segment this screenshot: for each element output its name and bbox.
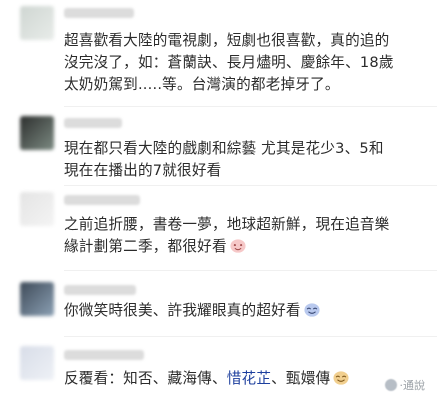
username	[64, 285, 136, 295]
comment-text: 之前追折腰，書卷一夢，地球超新鮮，現在追音樂 緣計劃第二季，都很好看	[64, 214, 425, 258]
comment-text: 你微笑時很美、許我耀眼真的超好看	[64, 300, 425, 322]
comment-line: 現在都只看大陸的戲劇和綜藝 尤其是花少3、5和	[64, 140, 384, 157]
divider	[64, 270, 437, 271]
comment-segment: 、甄嬛傳	[271, 370, 331, 387]
watermark-text: ·通說	[399, 379, 426, 392]
username	[64, 118, 122, 128]
comment-text: 現在都只看大陸的戲劇和綜藝 尤其是花少3、5和 現在在播出的7就很好看	[64, 138, 425, 182]
username	[64, 350, 144, 360]
smiling-face-emoji	[333, 371, 349, 385]
comment-line: 超喜歡看大陸的電視劇，短劇也很喜歡，真的追的	[64, 32, 390, 49]
avatar[interactable]	[20, 192, 54, 226]
comment-text: 反覆看：知否、藏海傳、惜花芷、甄嬛傳	[64, 368, 425, 390]
username	[64, 8, 134, 18]
divider	[64, 106, 437, 107]
comment-text: 超喜歡看大陸的電視劇，短劇也很喜歡，真的追的 沒完沒了，如：蒼蘭訣、長月燼明、慶…	[64, 30, 425, 96]
smiling-face-emoji	[304, 303, 320, 317]
watermark: ·通說	[384, 377, 426, 393]
avatar[interactable]	[20, 6, 54, 40]
divider	[64, 185, 437, 186]
username	[64, 195, 140, 205]
comment-line: 緣計劃第二季，都很好看	[64, 238, 227, 255]
comment-line-wrap: 緣計劃第二季，都很好看	[64, 236, 425, 258]
comment-line: 你微笑時很美、許我耀眼真的超好看	[64, 302, 301, 319]
happy-face-emoji	[230, 239, 246, 253]
avatar[interactable]	[20, 346, 54, 380]
comment-line: 太奶奶駕到.....等。台灣演的都老掉牙了。	[64, 76, 340, 93]
comment-line: 沒完沒了，如：蒼蘭訣、長月燼明、慶餘年、18歲	[64, 54, 394, 71]
brand-logo-icon	[384, 379, 397, 391]
comment-line: 現在在播出的7就很好看	[64, 162, 222, 179]
avatar[interactable]	[20, 282, 54, 316]
comment-line: 之前追折腰，書卷一夢，地球超新鮮，現在追音樂	[64, 216, 390, 233]
divider	[64, 336, 437, 337]
comment-highlight: 惜花芷	[226, 370, 272, 387]
comment-segment: 反覆看：知否、藏海傳、	[64, 370, 227, 387]
avatar[interactable]	[20, 116, 54, 150]
